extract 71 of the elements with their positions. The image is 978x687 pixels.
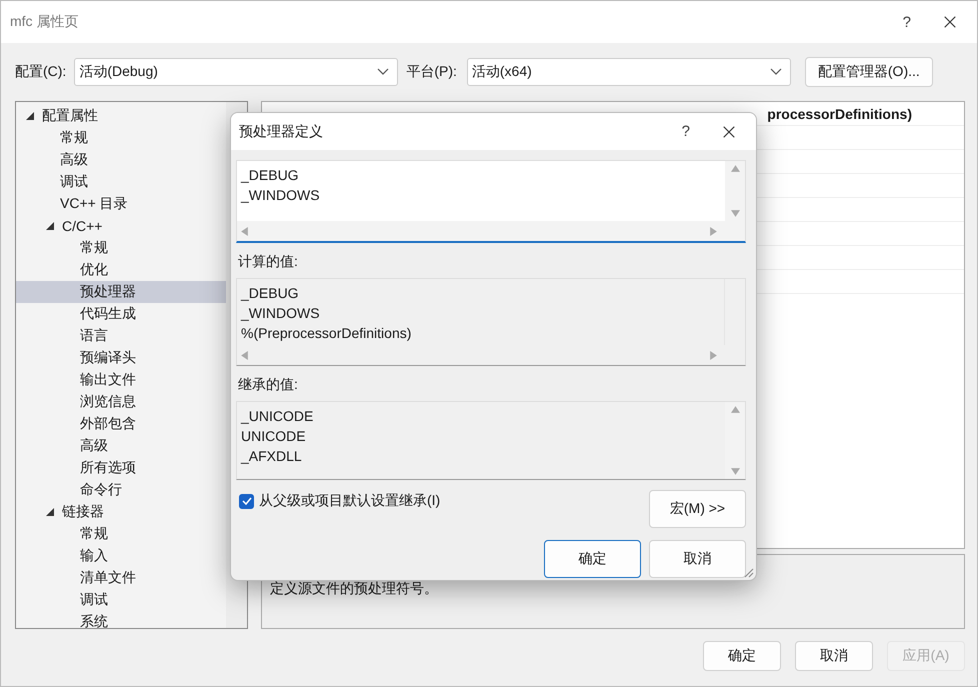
scrollbar[interactable] xyxy=(725,161,745,221)
configuration-manager-button[interactable]: 配置管理器(O)... xyxy=(804,57,933,87)
inherit-checkbox-label: 从父级或项目默认设置继承(I) xyxy=(259,492,440,510)
scroll-up-icon[interactable] xyxy=(730,165,740,172)
scroll-right-icon[interactable] xyxy=(710,226,717,236)
resize-grip-icon[interactable] xyxy=(744,568,754,578)
tree-item[interactable]: 输出文件 xyxy=(16,369,226,391)
dialog-button[interactable]: 确定 xyxy=(703,641,781,671)
expanded-triangle-icon xyxy=(46,222,54,230)
expanded-triangle-icon xyxy=(26,112,34,120)
close-icon[interactable] xyxy=(943,15,957,29)
chevron-down-icon xyxy=(377,68,390,76)
tree-item[interactable]: 命令行 xyxy=(16,479,226,501)
window-title: mfc 属性页 xyxy=(10,13,78,31)
computed-line: %(PreprocessorDefinitions) xyxy=(241,324,412,343)
inherited-values-label: 继承的值: xyxy=(238,376,299,394)
platform-dropdown[interactable]: 活动(x64) xyxy=(466,58,791,86)
tree-item[interactable]: VC++ 目录 xyxy=(16,193,226,215)
inherited-line: _UNICODE xyxy=(241,407,314,426)
computed-line: _WINDOWS xyxy=(241,304,321,323)
dialog-button[interactable]: 取消 xyxy=(795,641,873,671)
tree-item[interactable]: 浏览信息 xyxy=(16,391,226,413)
tree-item[interactable]: 链接器 xyxy=(16,501,226,523)
inherit-checkbox[interactable] xyxy=(239,494,254,508)
tree-item[interactable]: C/C++ xyxy=(16,215,226,237)
macros-button[interactable]: 宏(M) >> xyxy=(649,490,746,528)
dialog-button[interactable]: 取消 xyxy=(649,540,746,578)
computed-values-label: 计算的值: xyxy=(238,253,299,271)
description-text: 定义源文件的预处理符号。 xyxy=(270,580,438,596)
tree-item[interactable]: 清单文件 xyxy=(16,567,226,589)
scroll-up-icon[interactable] xyxy=(730,406,740,413)
dialog-button[interactable]: 确定 xyxy=(544,540,641,578)
property-value: processorDefinitions) xyxy=(767,106,912,122)
definitions-field[interactable]: _DEBUG _WINDOWS xyxy=(236,160,746,243)
dialog-title: 预处理器定义 xyxy=(239,122,323,140)
expanded-triangle-icon xyxy=(46,508,54,516)
close-icon[interactable] xyxy=(722,124,736,138)
inherited-line: UNICODE xyxy=(241,427,307,446)
tree-item[interactable]: 预处理器 xyxy=(16,281,226,303)
tree-item[interactable]: 所有选项 xyxy=(16,457,226,479)
scroll-left-icon[interactable] xyxy=(241,226,248,236)
help-button[interactable]: ? xyxy=(898,14,915,30)
scroll-right-icon[interactable] xyxy=(710,350,717,360)
configuration-dropdown[interactable]: 活动(Debug) xyxy=(74,58,398,86)
tree-item[interactable]: 代码生成 xyxy=(16,303,226,325)
tree-item[interactable]: 高级 xyxy=(16,149,226,171)
tree-item[interactable]: 系统 xyxy=(16,611,226,628)
tree-item[interactable]: 常规 xyxy=(16,523,226,545)
tree-item[interactable]: 常规 xyxy=(16,237,226,259)
tree-item[interactable]: 优化 xyxy=(16,259,226,281)
configuration-label: 配置(C): xyxy=(15,63,66,81)
checkmark-icon xyxy=(240,495,252,507)
help-button[interactable]: ? xyxy=(678,123,694,140)
tree-item[interactable]: 预编译头 xyxy=(16,347,226,369)
tree-item[interactable]: 调试 xyxy=(16,171,226,193)
tree-item[interactable]: 外部包含 xyxy=(16,413,226,435)
definition-line: _DEBUG xyxy=(241,166,300,185)
scroll-down-icon[interactable] xyxy=(730,210,740,217)
inherited-line: _AFXDLL xyxy=(241,447,303,466)
scroll-down-icon[interactable] xyxy=(730,468,740,475)
tree-item[interactable]: 高级 xyxy=(16,435,226,457)
tree-item[interactable]: 配置属性 xyxy=(16,105,226,127)
tree-item[interactable]: 调试 xyxy=(16,589,226,611)
scroll-left-icon[interactable] xyxy=(241,350,248,360)
definition-line: _WINDOWS xyxy=(241,186,321,205)
tree-item[interactable]: 输入 xyxy=(16,545,226,567)
chevron-down-icon xyxy=(770,68,782,76)
tree-item[interactable]: 常规 xyxy=(16,127,226,149)
platform-label: 平台(P): xyxy=(406,63,457,81)
tree-item[interactable]: 语言 xyxy=(16,325,226,347)
computed-line: _DEBUG xyxy=(241,284,300,303)
